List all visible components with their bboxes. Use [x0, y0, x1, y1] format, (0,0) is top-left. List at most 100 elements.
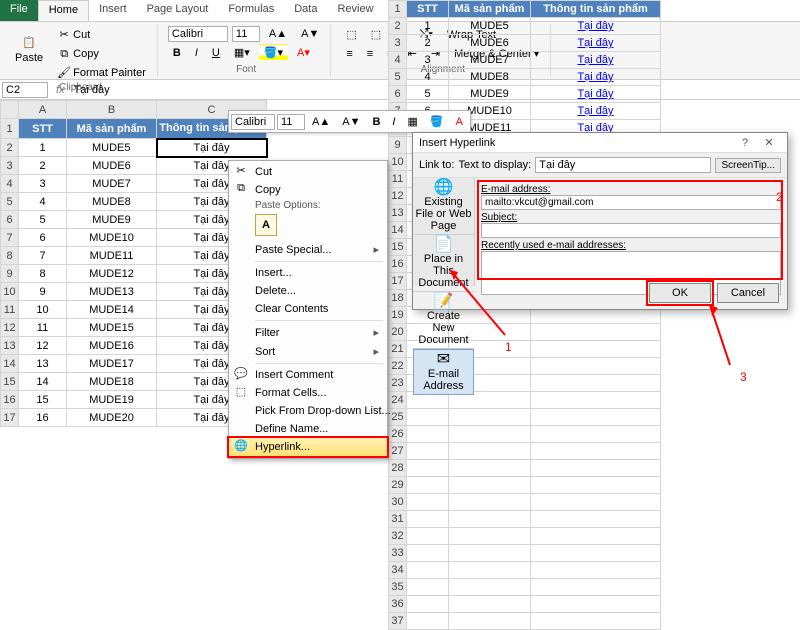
name-box[interactable]	[2, 82, 48, 98]
cell[interactable]: MUDE6	[449, 35, 531, 52]
row-header[interactable]: 26	[389, 426, 407, 443]
tab-home[interactable]: Home	[38, 0, 89, 21]
row-header[interactable]: 19	[389, 307, 407, 324]
cell[interactable]: 10	[19, 301, 67, 319]
ctx-delete[interactable]: Delete...	[229, 282, 387, 300]
row-header[interactable]: 9	[389, 137, 407, 154]
table-header-cell[interactable]: Mã sản phẩm	[67, 119, 157, 139]
row-header[interactable]: 6	[389, 86, 407, 103]
row-header[interactable]: 2	[1, 139, 19, 157]
cell[interactable]: 14	[19, 373, 67, 391]
row-header[interactable]: 3	[1, 157, 19, 175]
cell[interactable]: 5	[19, 211, 67, 229]
ctx-clear-contents[interactable]: Clear Contents	[229, 300, 387, 318]
row-header[interactable]: 24	[389, 392, 407, 409]
hyperlink-cell[interactable]: Tại đây	[531, 69, 661, 86]
row-header[interactable]: 20	[389, 324, 407, 341]
row-header[interactable]: 2	[389, 18, 407, 35]
row-header[interactable]: 7	[1, 229, 19, 247]
mini-fill[interactable]: 🪣	[425, 113, 449, 130]
cell[interactable]: 13	[19, 355, 67, 373]
align-left-button[interactable]: ≡	[341, 46, 357, 62]
row-header[interactable]: 25	[389, 409, 407, 426]
row-header[interactable]: 8	[1, 247, 19, 265]
text-to-display-input[interactable]	[535, 157, 711, 173]
row-header[interactable]: 15	[389, 239, 407, 256]
cell[interactable]: MUDE18	[67, 373, 157, 391]
cell[interactable]: 3	[19, 175, 67, 193]
subject-input[interactable]	[481, 223, 781, 238]
cell[interactable]: MUDE20	[67, 409, 157, 427]
hyperlink-cell[interactable]: Tại đây	[531, 86, 661, 103]
copy-button[interactable]: ⧉Copy	[52, 45, 151, 63]
row-header[interactable]: 27	[389, 443, 407, 460]
row-header[interactable]: 16	[389, 256, 407, 273]
row-header[interactable]: 29	[389, 477, 407, 494]
ctx-pick-from-list[interactable]: Pick From Drop-down List...	[229, 402, 387, 420]
row-header[interactable]: 14	[1, 355, 19, 373]
row-header[interactable]: 15	[1, 373, 19, 391]
paste-option-a[interactable]: A	[255, 214, 277, 236]
italic-button[interactable]: I	[190, 45, 203, 61]
mini-fontcolor[interactable]: A	[451, 114, 468, 130]
row-header[interactable]: 17	[1, 409, 19, 427]
font-size-input[interactable]	[232, 26, 260, 42]
cell[interactable]: 4	[407, 69, 449, 86]
tab-insert[interactable]: Insert	[89, 0, 137, 21]
cell[interactable]: 2	[407, 35, 449, 52]
cell[interactable]: MUDE12	[67, 265, 157, 283]
row-header[interactable]: 11	[389, 171, 407, 188]
align-top-button[interactable]: ⬚	[341, 26, 361, 43]
linkto-email-address[interactable]: ✉E-mail Address	[413, 349, 474, 395]
cut-button[interactable]: ✂Cut	[52, 26, 151, 44]
col-header-b[interactable]: B	[67, 101, 157, 119]
cell[interactable]: MUDE17	[67, 355, 157, 373]
screentip-button[interactable]: ScreenTip...	[715, 158, 781, 173]
tab-page-layout[interactable]: Page Layout	[137, 0, 219, 21]
hyperlink-cell[interactable]: Tại đây	[531, 35, 661, 52]
cell[interactable]: MUDE19	[67, 391, 157, 409]
row-header[interactable]: 12	[1, 319, 19, 337]
row-header[interactable]: 10	[1, 283, 19, 301]
cell[interactable]: 1	[19, 139, 67, 157]
row-header[interactable]: 32	[389, 528, 407, 545]
dialog-close-button[interactable]: ✕	[757, 136, 781, 149]
row-header[interactable]: 23	[389, 375, 407, 392]
font-name-input[interactable]	[168, 26, 228, 42]
cell[interactable]: 6	[19, 229, 67, 247]
cell[interactable]: MUDE16	[67, 337, 157, 355]
cell[interactable]: 15	[19, 391, 67, 409]
hyperlink-cell[interactable]: Tại đây	[531, 18, 661, 35]
cell[interactable]: MUDE11	[67, 247, 157, 265]
row-header[interactable]: 13	[1, 337, 19, 355]
cell[interactable]: MUDE10	[67, 229, 157, 247]
cell[interactable]: MUDE9	[449, 86, 531, 103]
row-header[interactable]: 4	[389, 52, 407, 69]
linkto-place-in-doc[interactable]: 📄Place in This Document	[413, 235, 474, 292]
shrink-font-button[interactable]: A▼	[296, 26, 324, 42]
align-center-button[interactable]: ≡	[362, 46, 378, 62]
cell[interactable]: 11	[19, 319, 67, 337]
align-middle-button[interactable]: ⬚	[366, 26, 386, 43]
mini-border[interactable]: ▦	[402, 113, 422, 130]
linkto-existing-file[interactable]: 🌐Existing File or Web Page	[413, 178, 474, 235]
cell[interactable]: 2	[19, 157, 67, 175]
row-header[interactable]: 36	[389, 596, 407, 613]
cancel-button[interactable]: Cancel	[717, 283, 779, 303]
linkto-create-new[interactable]: 📝Create New Document	[413, 292, 474, 349]
ctx-hyperlink[interactable]: 🌐Hyperlink...	[227, 436, 389, 458]
tab-formulas[interactable]: Formulas	[218, 0, 284, 21]
row-header[interactable]: 18	[389, 290, 407, 307]
cell[interactable]: 9	[19, 283, 67, 301]
ctx-filter[interactable]: Filter▸	[229, 323, 387, 342]
cell[interactable]: 8	[19, 265, 67, 283]
row-header[interactable]: 14	[389, 222, 407, 239]
mini-font-input[interactable]	[231, 114, 275, 130]
underline-button[interactable]: U	[207, 45, 225, 61]
ctx-cut[interactable]: ✂Cut	[229, 163, 387, 181]
tab-review[interactable]: Review	[327, 0, 383, 21]
row-header[interactable]: 3	[389, 35, 407, 52]
mini-bold[interactable]: B	[367, 114, 385, 130]
row-header[interactable]: 6	[1, 211, 19, 229]
cell[interactable]: MUDE15	[67, 319, 157, 337]
